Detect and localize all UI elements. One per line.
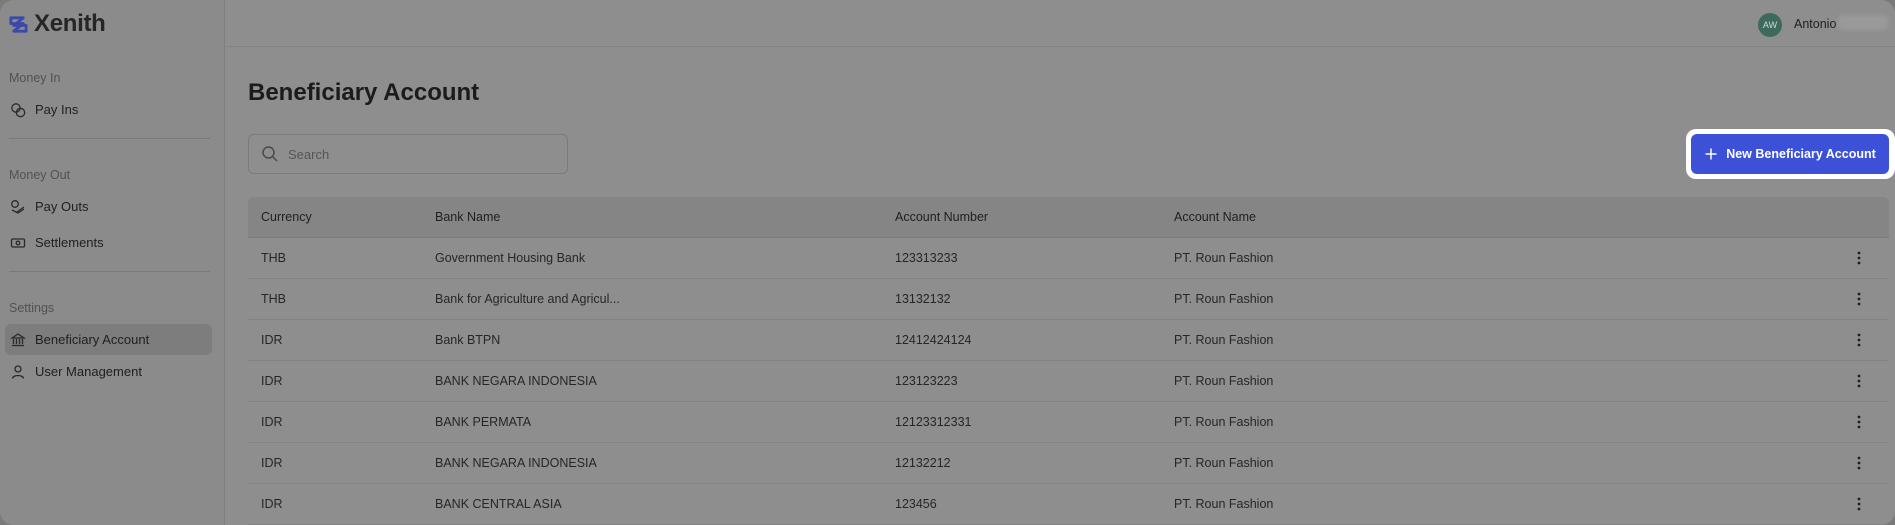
app-name: Xenith [34,10,106,37]
cell-currency: IDR [261,374,283,388]
cell-currency: IDR [261,497,283,511]
cell-bank-name: BANK CENTRAL ASIA [435,497,562,511]
page-title: Beneficiary Account [248,79,480,106]
column-header-bank-name[interactable]: Bank Name [435,210,500,224]
new-beneficiary-account-button[interactable]: New Beneficiary Account [1691,134,1889,174]
cell-bank-name: BANK PERMATA [435,415,532,429]
section-label-settings: Settings [9,301,55,315]
search-icon [262,146,278,162]
cell-account-number: 12132212 [895,456,951,470]
cell-bank-name: Bank BTPN [435,333,501,347]
column-header-account-name[interactable]: Account Name [1174,210,1256,224]
cell-bank-name: BANK NEGARA INDONESIA [435,374,597,388]
avatar[interactable]: AW [1758,13,1782,37]
send-money-icon [11,199,25,214]
sidebar-item-beneficiary-account[interactable]: Beneficiary Account [5,324,212,355]
cell-account-number: 123456 [895,497,937,511]
table-row[interactable]: IDR BANK CENTRAL ASIA 123456 PT. Roun Fa… [248,484,1889,525]
table-row[interactable]: THB Bank for Agriculture and Agricul... … [248,279,1889,320]
search-input[interactable] [288,146,548,162]
column-header-account-number[interactable]: Account Number [895,210,988,224]
top-bar [226,0,1895,47]
cell-currency: THB [261,251,286,265]
cell-bank-name: Bank for Agriculture and Agricul... [435,292,620,306]
sidebar-item-user-management[interactable]: User Management [5,356,212,387]
sidebar-item-label: Beneficiary Account [35,332,150,347]
cell-account-number: 12412424124 [895,333,972,347]
cell-currency: IDR [261,333,283,347]
section-label-money-out: Money Out [9,168,71,182]
column-header-currency[interactable]: Currency [261,210,312,224]
user-name[interactable]: Antonio [1794,17,1836,31]
sidebar-divider [9,271,210,272]
cell-bank-name: BANK NEGARA INDONESIA [435,456,597,470]
plus-icon [1705,148,1717,160]
row-actions-menu-icon[interactable] [1847,246,1871,270]
cell-account-name: PT. Roun Fashion [1174,374,1274,388]
table-row[interactable]: IDR BANK NEGARA INDONESIA 12132212 PT. R… [248,443,1889,484]
logo[interactable]: Xenith [9,10,106,37]
cash-icon [10,237,26,248]
table-row[interactable]: THB Government Housing Bank 123313233 PT… [248,238,1889,279]
row-actions-menu-icon[interactable] [1847,328,1871,352]
cell-currency: IDR [261,415,283,429]
table-header: Currency Bank Name Account Number Accoun… [248,197,1889,238]
cell-account-name: PT. Roun Fashion [1174,333,1274,347]
cell-bank-name: Government Housing Bank [435,251,586,265]
coins-icon [11,102,26,117]
section-label-money-in: Money In [9,71,61,85]
cell-account-number: 13132132 [895,292,951,306]
cell-account-number: 12123312331 [895,415,972,429]
cell-account-name: PT. Roun Fashion [1174,251,1274,265]
sidebar-item-label: Settlements [35,235,104,250]
sidebar-divider [9,138,210,139]
cell-account-name: PT. Roun Fashion [1174,497,1274,511]
table-row[interactable]: IDR Bank BTPN 12412424124 PT. Roun Fashi… [248,320,1889,361]
sidebar-item-label: User Management [35,364,142,379]
sidebar-item-label: Pay Outs [35,199,89,214]
cell-account-name: PT. Roun Fashion [1174,415,1274,429]
user-icon [11,364,25,379]
row-actions-menu-icon[interactable] [1847,451,1871,475]
bank-icon [10,332,26,346]
cell-account-number: 123313233 [895,251,958,265]
button-label: New Beneficiary Account [1726,147,1876,161]
redacted-surname [1838,15,1888,30]
row-actions-menu-icon[interactable] [1847,287,1871,311]
sidebar-item-pay-ins[interactable]: Pay Ins [5,94,212,125]
row-actions-menu-icon[interactable] [1847,492,1871,516]
sidebar-item-settlements[interactable]: Settlements [5,227,212,258]
app-window: Xenith Money In Pay Ins Money Out Pay Ou… [0,0,1895,525]
cell-account-number: 123123223 [895,374,958,388]
table-row[interactable]: IDR BANK PERMATA 12123312331 PT. Roun Fa… [248,402,1889,443]
row-actions-menu-icon[interactable] [1847,369,1871,393]
cell-currency: IDR [261,456,283,470]
cell-currency: THB [261,292,286,306]
row-actions-menu-icon[interactable] [1847,410,1871,434]
sidebar-item-pay-outs[interactable]: Pay Outs [5,191,212,222]
search-box[interactable] [248,134,568,174]
cell-account-name: PT. Roun Fashion [1174,292,1274,306]
table-row[interactable]: IDR BANK NEGARA INDONESIA 123123223 PT. … [248,361,1889,402]
sidebar: Xenith Money In Pay Ins Money Out Pay Ou… [0,0,225,525]
xenith-logo-icon [9,15,28,33]
sidebar-item-label: Pay Ins [35,102,79,117]
beneficiary-table: Currency Bank Name Account Number Accoun… [248,197,1889,525]
cell-account-name: PT. Roun Fashion [1174,456,1274,470]
